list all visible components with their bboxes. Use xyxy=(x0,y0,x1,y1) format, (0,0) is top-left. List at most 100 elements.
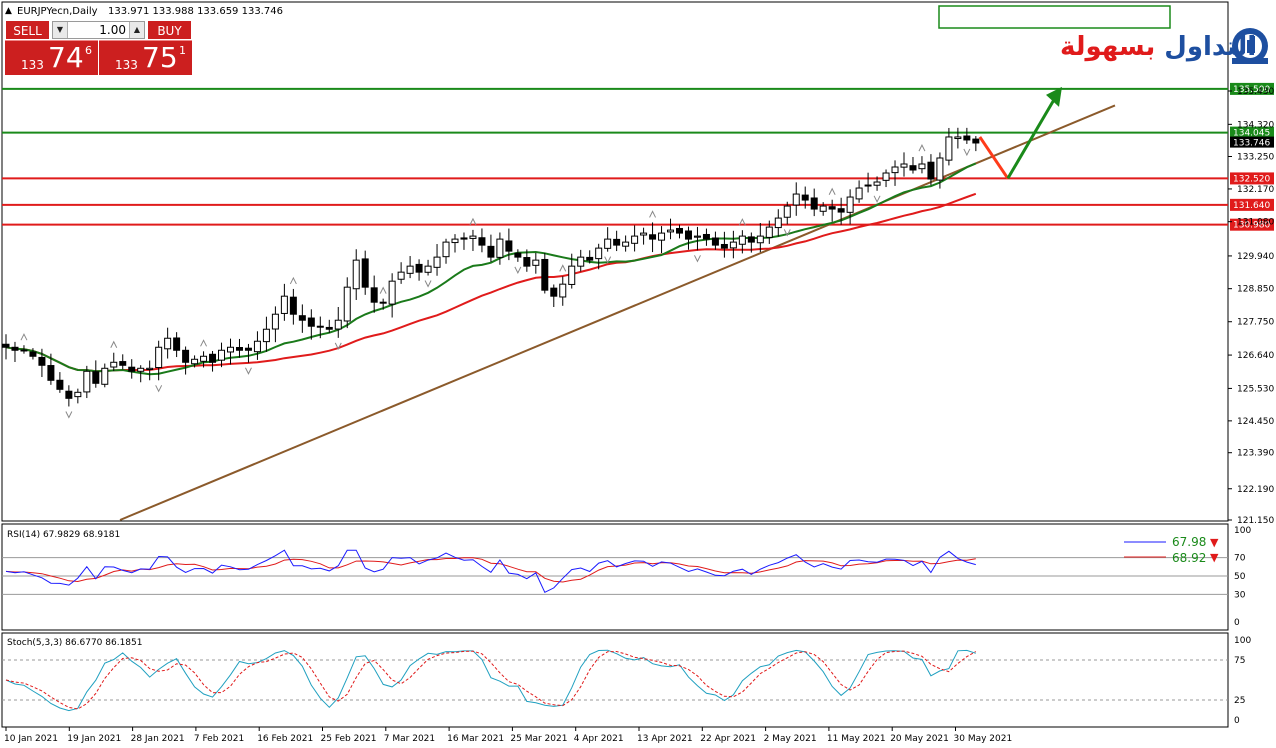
bear-candle[interactable] xyxy=(676,227,683,234)
buy-button[interactable]: BUY xyxy=(147,20,192,40)
bear-candle[interactable] xyxy=(65,390,73,399)
bear-candle[interactable] xyxy=(684,230,692,240)
bull-candle[interactable] xyxy=(218,349,226,361)
rsi-panel[interactable] xyxy=(1,523,1229,631)
lot-size-stepper[interactable]: ▼ 1.00 ▲ xyxy=(52,21,145,39)
bear-candle[interactable] xyxy=(2,343,10,348)
bull-candle[interactable] xyxy=(101,367,109,385)
bull-candle[interactable] xyxy=(604,238,612,249)
bull-candle[interactable] xyxy=(855,187,863,200)
bull-candle[interactable] xyxy=(110,361,118,368)
bear-candle[interactable] xyxy=(361,258,369,288)
bull-candle[interactable] xyxy=(900,163,908,168)
bull-candle[interactable] xyxy=(774,217,782,229)
bull-candle[interactable] xyxy=(945,136,953,161)
bull-candle[interactable] xyxy=(83,370,91,393)
bull-candle[interactable] xyxy=(882,172,890,181)
bear-candle[interactable] xyxy=(289,296,297,315)
bull-candle[interactable] xyxy=(451,238,459,244)
bear-candle[interactable] xyxy=(325,326,333,330)
bear-candle[interactable] xyxy=(56,379,64,390)
bear-candle[interactable] xyxy=(837,208,845,213)
bull-candle[interactable] xyxy=(164,337,172,350)
bear-candle[interactable] xyxy=(307,317,315,327)
bear-candle[interactable] xyxy=(711,237,719,246)
lot-decrease-icon[interactable]: ▼ xyxy=(53,22,68,38)
bear-candle[interactable] xyxy=(209,353,217,363)
bull-candle[interactable] xyxy=(227,346,234,353)
bear-candle[interactable] xyxy=(702,233,710,240)
bull-candle[interactable] xyxy=(334,319,342,330)
bear-candle[interactable] xyxy=(38,356,46,366)
bull-candle[interactable] xyxy=(74,391,82,398)
bear-candle[interactable] xyxy=(370,287,378,303)
bull-candle[interactable] xyxy=(406,265,414,274)
bull-candle[interactable] xyxy=(622,241,630,247)
bull-candle[interactable] xyxy=(155,346,163,369)
bull-candle[interactable] xyxy=(424,265,432,273)
bear-candle[interactable] xyxy=(541,258,549,291)
lot-size-input[interactable]: 1.00 xyxy=(67,22,130,38)
bull-candle[interactable] xyxy=(559,283,567,298)
bear-candle[interactable] xyxy=(47,365,55,381)
bull-candle[interactable] xyxy=(631,235,639,244)
bear-candle[interactable] xyxy=(235,347,243,351)
bull-candle[interactable] xyxy=(146,367,154,370)
bull-candle[interactable] xyxy=(819,205,827,212)
bull-candle[interactable] xyxy=(316,325,324,328)
bear-candle[interactable] xyxy=(173,337,181,351)
bull-candle[interactable] xyxy=(846,196,854,213)
bear-candle[interactable] xyxy=(182,349,190,363)
bull-candle[interactable] xyxy=(756,235,764,244)
bear-candle[interactable] xyxy=(972,138,980,144)
bull-candle[interactable] xyxy=(280,295,288,314)
bull-candle[interactable] xyxy=(496,238,504,258)
bear-candle[interactable] xyxy=(298,315,306,321)
bull-candle[interactable] xyxy=(595,247,603,260)
bear-candle[interactable] xyxy=(478,237,486,246)
buy-quote[interactable]: 133 75 1 xyxy=(99,40,192,75)
bull-candle[interactable] xyxy=(873,181,881,186)
bear-candle[interactable] xyxy=(11,346,19,351)
lot-increase-icon[interactable]: ▲ xyxy=(129,22,144,38)
bear-candle[interactable] xyxy=(927,161,935,180)
bull-candle[interactable] xyxy=(891,166,899,174)
bear-candle[interactable] xyxy=(119,361,127,366)
bull-candle[interactable] xyxy=(792,193,800,206)
bull-candle[interactable] xyxy=(693,235,701,238)
bull-candle[interactable] xyxy=(864,184,872,187)
bear-candle[interactable] xyxy=(720,243,728,249)
bull-candle[interactable] xyxy=(388,280,396,305)
sell-button[interactable]: SELL xyxy=(5,20,50,40)
bear-candle[interactable] xyxy=(415,263,423,273)
bear-candle[interactable] xyxy=(244,347,252,351)
bull-candle[interactable] xyxy=(765,226,773,238)
bull-candle[interactable] xyxy=(658,232,666,241)
bull-candle[interactable] xyxy=(191,358,199,365)
bull-candle[interactable] xyxy=(271,313,279,330)
bull-candle[interactable] xyxy=(200,355,208,362)
bull-candle[interactable] xyxy=(640,232,648,236)
bear-candle[interactable] xyxy=(487,245,495,258)
bear-candle[interactable] xyxy=(613,238,621,246)
bear-candle[interactable] xyxy=(20,349,28,352)
bear-candle[interactable] xyxy=(128,366,136,372)
bear-candle[interactable] xyxy=(523,257,531,267)
bear-candle[interactable] xyxy=(747,236,755,243)
bull-candle[interactable] xyxy=(469,235,477,239)
bull-candle[interactable] xyxy=(352,259,360,290)
bull-candle[interactable] xyxy=(918,163,926,170)
bear-candle[interactable] xyxy=(828,206,836,210)
bear-candle[interactable] xyxy=(801,194,809,201)
bull-candle[interactable] xyxy=(433,256,441,268)
bear-candle[interactable] xyxy=(460,237,468,240)
bull-candle[interactable] xyxy=(729,241,737,249)
bull-candle[interactable] xyxy=(262,328,270,343)
bull-candle[interactable] xyxy=(954,136,962,140)
bear-candle[interactable] xyxy=(586,256,594,261)
bull-candle[interactable] xyxy=(253,340,261,353)
bull-candle[interactable] xyxy=(379,301,387,304)
bear-candle[interactable] xyxy=(963,135,971,141)
bear-candle[interactable] xyxy=(550,287,558,297)
bull-candle[interactable] xyxy=(568,265,576,285)
